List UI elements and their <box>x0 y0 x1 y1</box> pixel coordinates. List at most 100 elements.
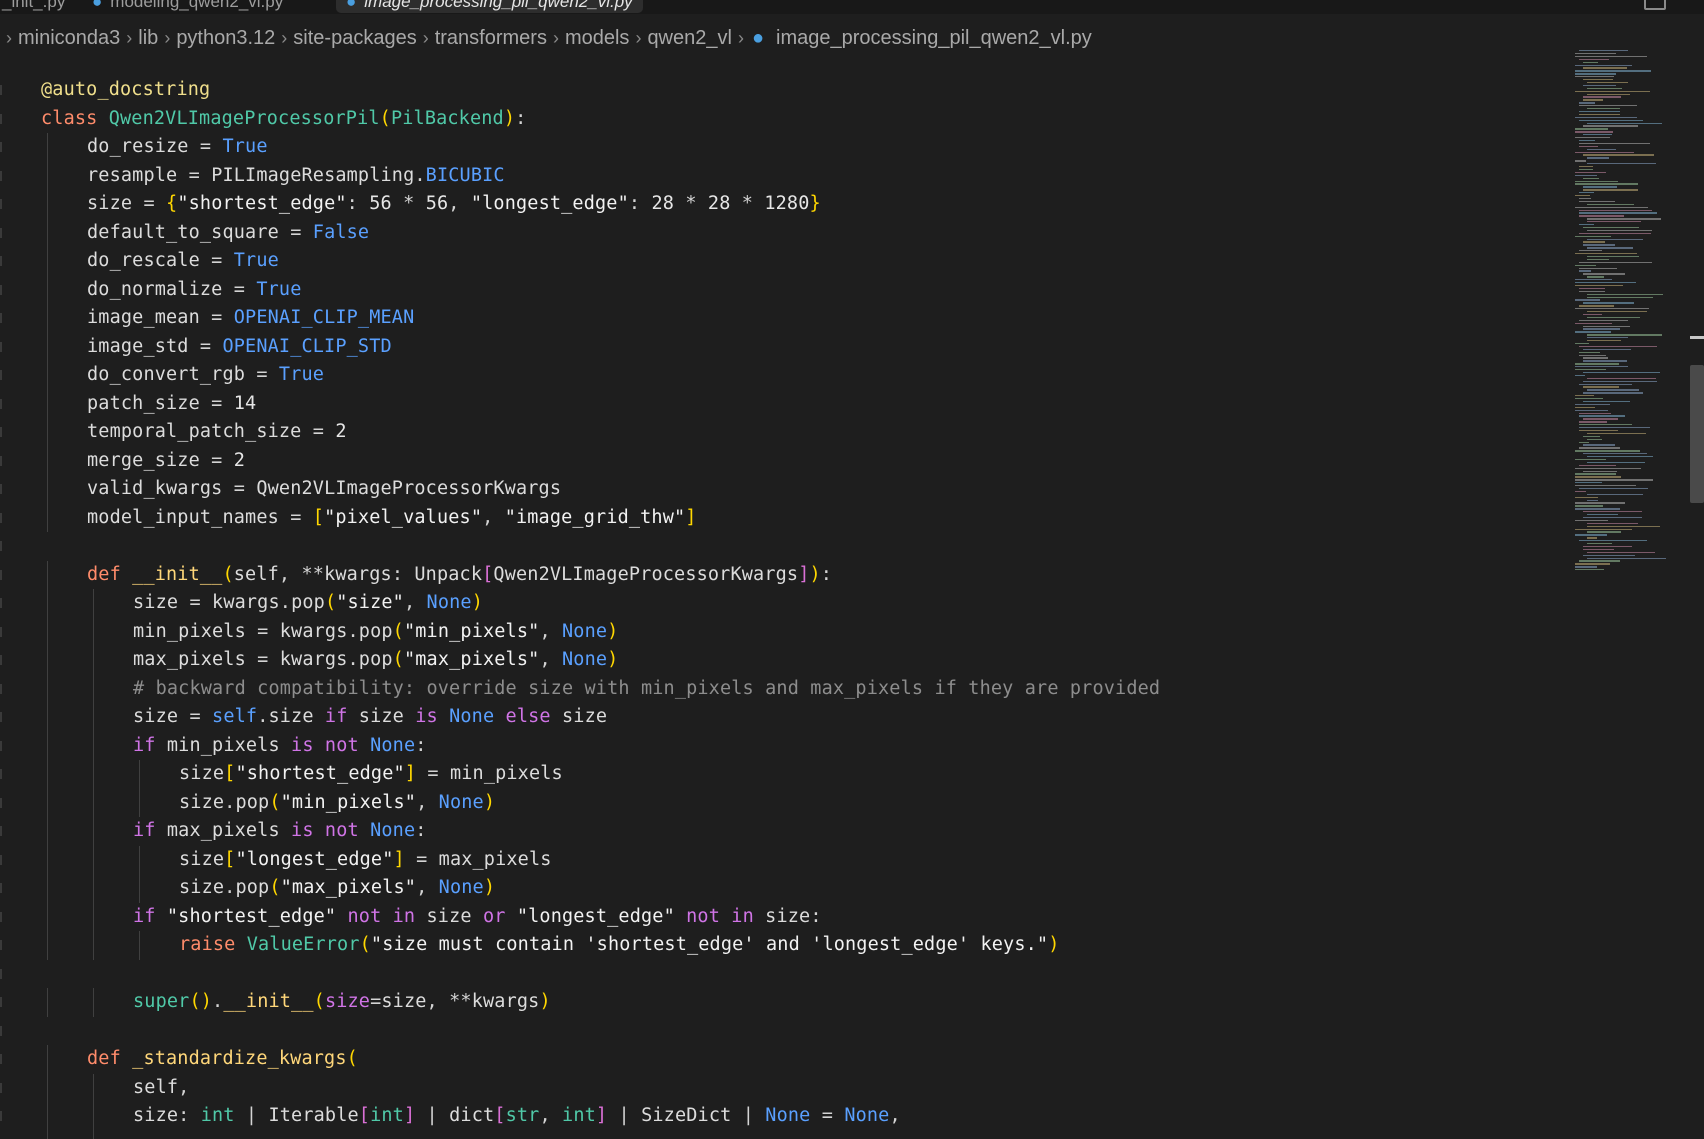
code-line[interactable]: image_std = OPENAI_CLIP_STD <box>87 333 392 362</box>
minimap-line <box>1579 232 1651 235</box>
breadcrumb-file[interactable]: image_processing_pil_qwen2_vl.py <box>776 27 1092 49</box>
tab-label: modeling_qwen2_vl.py <box>110 0 284 11</box>
minimap-line <box>1575 70 1651 72</box>
code-line[interactable]: do_normalize = True <box>87 276 302 305</box>
code-token: = <box>245 620 280 642</box>
code-line[interactable]: size.pop("min_pixels", None) <box>179 789 495 818</box>
code-line[interactable]: @auto_docstring <box>41 76 210 105</box>
code-line[interactable]: super().__init__(size=size, **kwargs) <box>133 988 551 1017</box>
gutter-marker <box>0 626 2 637</box>
indent-guide <box>93 988 94 1017</box>
code-token: image_std <box>87 335 189 357</box>
minimap-line <box>1575 331 1612 333</box>
code-token: ( <box>392 620 404 642</box>
code-line[interactable]: min_pixels = kwargs.pop("min_pixels", No… <box>133 618 618 647</box>
code-line[interactable]: size["shortest_edge"] = min_pixels <box>179 760 563 789</box>
code-token: = <box>222 278 257 300</box>
code-token: ] <box>403 1105 416 1126</box>
minimap-line <box>1579 58 1609 61</box>
code-token: def <box>87 563 133 585</box>
code-line[interactable]: do_resize = True <box>87 133 268 162</box>
code-line[interactable]: size["longest_edge"] = max_pixels <box>179 846 552 875</box>
minimap-line <box>1575 308 1650 310</box>
indent-guide <box>47 703 48 732</box>
minimap-line <box>1579 412 1611 414</box>
code-token: size <box>765 905 811 927</box>
code-token: kwargs <box>279 649 348 670</box>
code-token: * <box>730 193 765 214</box>
minimap-line <box>1575 76 1615 78</box>
indent-guide <box>47 361 48 390</box>
code-token: "longest_edge" <box>516 905 675 927</box>
code-line[interactable]: size = self.size if size is None else si… <box>133 703 607 732</box>
indent-guide <box>93 646 94 675</box>
minimap-line <box>1583 84 1617 87</box>
minimap-line <box>1587 499 1598 501</box>
code-token: 2 <box>335 421 347 442</box>
code-token: = <box>199 307 234 328</box>
code-token: True <box>222 136 268 157</box>
code-line[interactable]: # backward compatibility: override size … <box>133 675 1160 704</box>
minimap-line <box>1575 299 1600 301</box>
minimap-line <box>1587 238 1644 240</box>
code-token: . <box>279 592 292 613</box>
breadcrumb-item[interactable]: models <box>565 27 629 49</box>
indent-guide <box>93 845 94 874</box>
minimap-line <box>1579 441 1589 443</box>
code-line[interactable]: if max_pixels is not None: <box>133 817 427 846</box>
minimap-line <box>1575 502 1625 504</box>
code-line[interactable]: do_rescale = True <box>87 247 279 276</box>
minimap[interactable] <box>1575 50 1680 571</box>
code-line[interactable]: default_to_square = False <box>87 219 369 248</box>
code-line[interactable]: patch_size = 14 <box>87 390 256 419</box>
code-line[interactable]: if min_pixels is not None: <box>133 732 427 761</box>
code-line[interactable]: resample = PILImageResampling.BICUBIC <box>87 162 505 191</box>
code-line[interactable]: valid_kwargs = Qwen2VLImageProcessorKwar… <box>87 475 561 504</box>
vertical-scrollbar-thumb[interactable] <box>1690 365 1704 503</box>
editor-tab-bar: _init_.py ● modeling_qwen2_vl.py ● image_p… <box>0 0 1704 14</box>
minimap-line <box>1575 253 1637 255</box>
code-line[interactable]: do_convert_rgb = True <box>87 361 324 390</box>
breadcrumb-item[interactable]: transformers <box>435 27 547 49</box>
code-line[interactable]: def __init__(self, **kwargs: Unpack[Qwen… <box>87 561 832 590</box>
code-token: | <box>415 1105 450 1126</box>
code-token: "pixel_values" <box>324 506 483 528</box>
code-line[interactable]: if "shortest_edge" not in size or "longe… <box>133 903 822 932</box>
code-line[interactable]: size = {"shortest_edge": 56 * 56, "longe… <box>87 190 821 219</box>
code-token: None <box>562 620 608 642</box>
code-token: , <box>482 506 505 528</box>
code-line[interactable]: size.pop("max_pixels", None) <box>179 874 495 903</box>
code-line[interactable]: model_input_names = ["pixel_values", "im… <box>87 504 697 533</box>
code-line[interactable]: size = kwargs.pop("size", None) <box>133 589 483 618</box>
breadcrumb-item[interactable]: python3.12 <box>176 27 275 49</box>
tab-init-py[interactable]: _init_.py <box>0 0 75 13</box>
gutter-marker <box>0 854 2 865</box>
code-line[interactable]: def _standardize_kwargs( <box>87 1045 358 1074</box>
code-token: None <box>844 1105 890 1126</box>
code-line[interactable]: temporal_patch_size = 2 <box>87 418 347 447</box>
code-token: , <box>416 877 439 898</box>
code-line[interactable]: class Qwen2VLImageProcessorPil(PilBacken… <box>41 105 526 134</box>
code-line[interactable]: raise ValueError("size must contain 'sho… <box>179 931 1060 960</box>
code-token: ] <box>404 763 417 784</box>
breadcrumb-item[interactable]: site-packages <box>293 27 416 49</box>
code-line[interactable]: self, <box>133 1074 189 1103</box>
minimap-line <box>1579 102 1596 104</box>
code-line[interactable]: image_mean = OPENAI_CLIP_MEAN <box>87 304 414 333</box>
code-token: max_pixels <box>438 848 552 870</box>
indent-guide <box>47 161 48 190</box>
code-line[interactable]: max_pixels = kwargs.pop("max_pixels", No… <box>133 646 618 675</box>
tab-modeling-qwen2-vl[interactable]: ● modeling_qwen2_vl.py <box>82 0 293 13</box>
code-line[interactable] <box>133 1131 223 1139</box>
breadcrumb-item[interactable]: miniconda3 <box>18 27 120 49</box>
breadcrumb-item[interactable]: lib <box>138 27 158 49</box>
code-line[interactable]: size: int | Iterable[int] | dict[str, in… <box>133 1102 901 1131</box>
code-editor[interactable]: @auto_docstring class Qwen2VLImageProcess… <box>0 76 1570 1139</box>
minimap-line <box>1587 157 1609 159</box>
indent-guide <box>47 931 48 960</box>
indent-guide <box>93 589 94 618</box>
breadcrumb-item[interactable]: qwen2_vl <box>647 27 732 49</box>
split-editor-icon[interactable] <box>1644 0 1666 10</box>
tab-image-processing-pil-qwen2-vl[interactable]: ● image_processing_pil_qwen2_vl.py <box>336 0 643 13</box>
code-line[interactable]: merge_size = 2 <box>87 447 245 476</box>
